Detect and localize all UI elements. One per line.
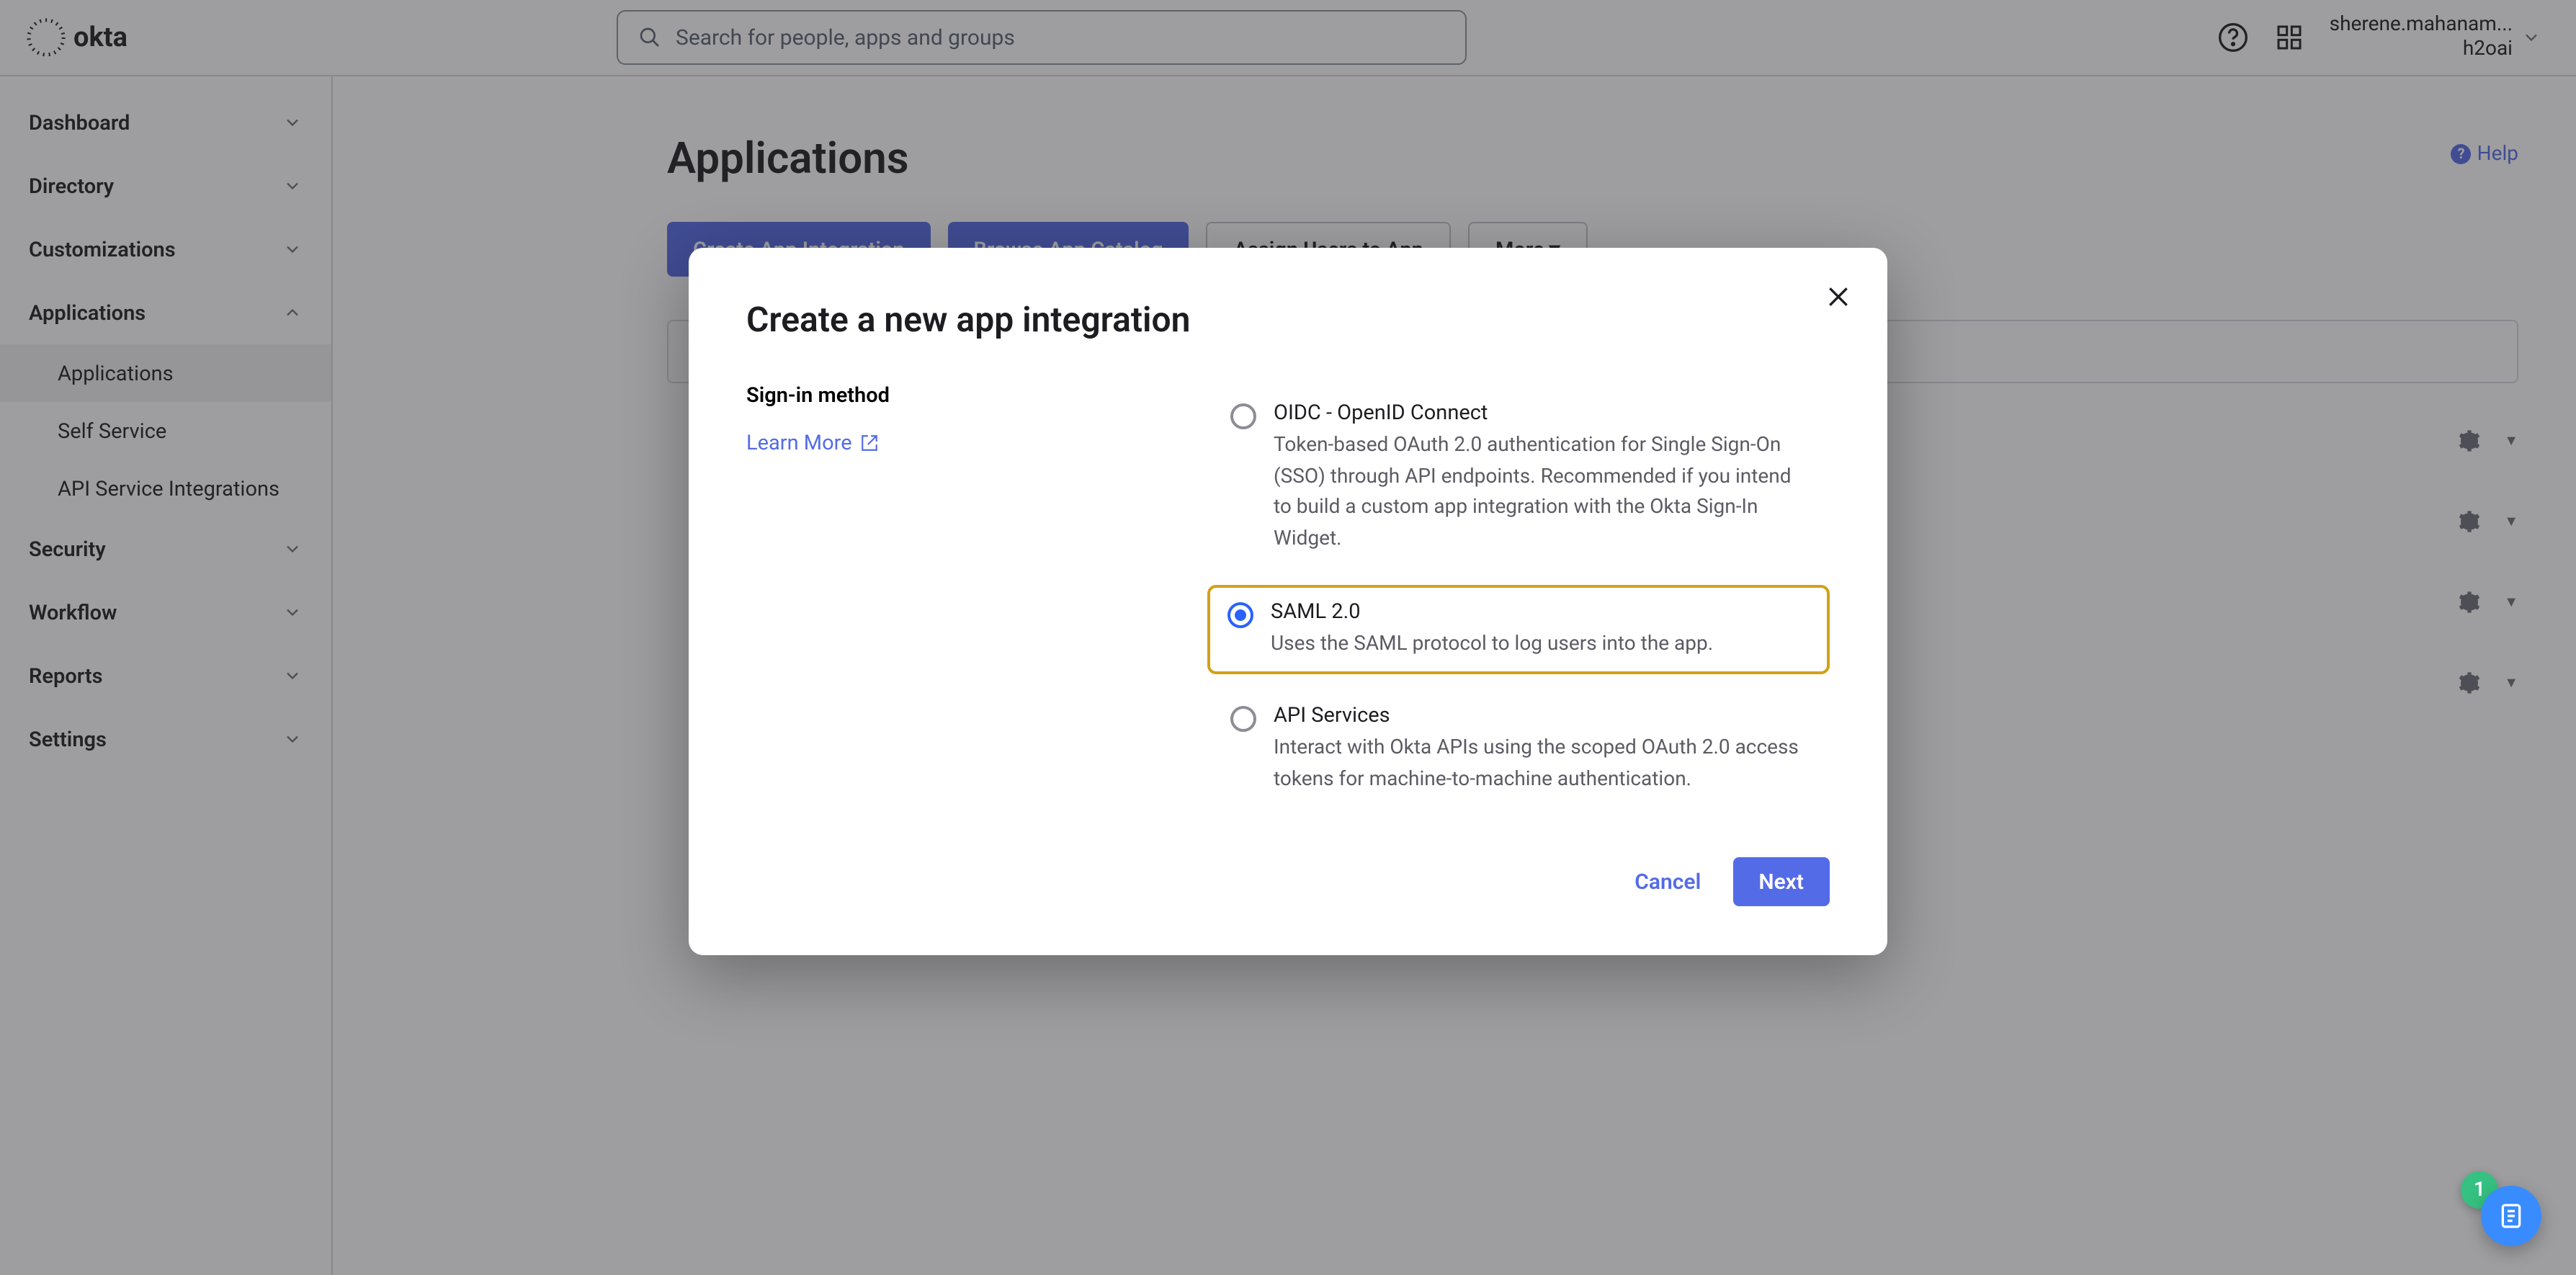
next-button[interactable]: Next [1732, 857, 1830, 906]
option-title: API Services [1274, 704, 1807, 728]
document-icon [2497, 1202, 2526, 1230]
sign-in-method-option[interactable]: API Services Interact with Okta APIs usin… [1207, 686, 1830, 814]
option-description: Uses the SAML protocol to log users into… [1271, 630, 1713, 661]
option-title: OIDC - OpenID Connect [1274, 401, 1807, 425]
option-description: Token-based OAuth 2.0 authentication for… [1274, 431, 1807, 556]
radio-icon [1230, 707, 1256, 733]
create-app-modal: Create a new app integration Sign-in met… [689, 248, 1887, 955]
feedback-fab[interactable] [2481, 1186, 2541, 1246]
sign-in-method-label: Sign-in method [746, 383, 1150, 408]
sign-in-method-option[interactable]: SAML 2.0 Uses the SAML protocol to log us… [1207, 585, 1830, 675]
option-title: SAML 2.0 [1271, 599, 1713, 624]
close-icon[interactable] [1824, 282, 1853, 311]
learn-more-link[interactable]: Learn More [746, 431, 880, 455]
modal-title: Create a new app integration [746, 300, 1830, 340]
cancel-button[interactable]: Cancel [1634, 869, 1701, 895]
radio-icon [1227, 602, 1253, 628]
external-link-icon [861, 434, 880, 452]
option-description: Interact with Okta APIs using the scoped… [1274, 734, 1807, 797]
sign-in-method-option[interactable]: OIDC - OpenID Connect Token-based OAuth 2… [1207, 383, 1830, 573]
radio-icon [1230, 403, 1256, 429]
